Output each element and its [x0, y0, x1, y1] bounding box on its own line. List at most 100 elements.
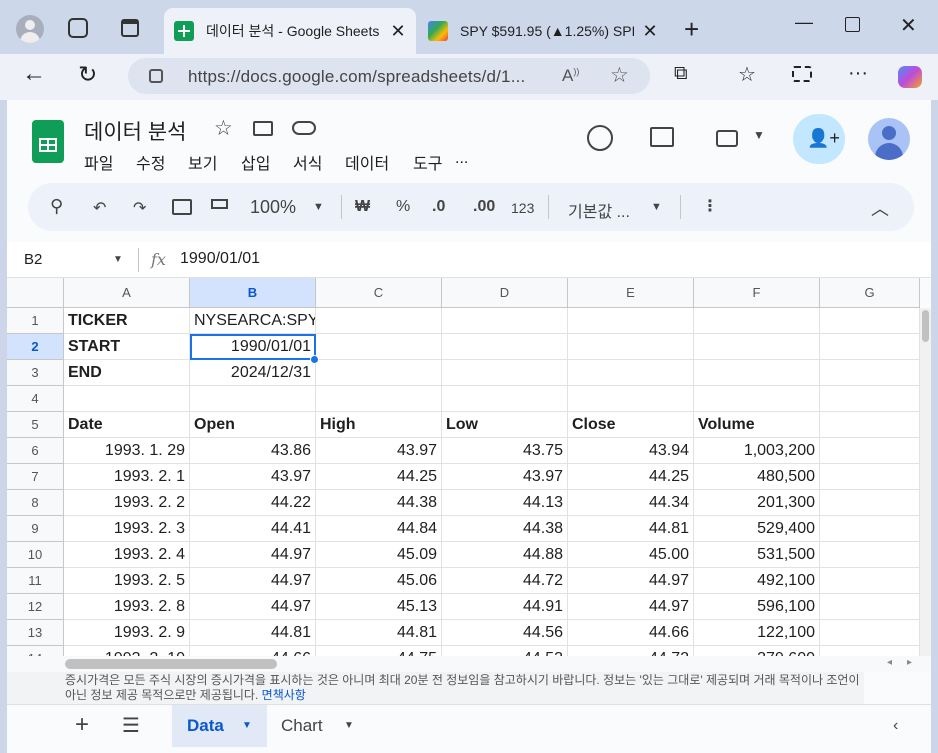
grid-cell[interactable]: 44.72	[568, 646, 694, 656]
percent-format-button[interactable]: %	[396, 198, 410, 216]
grid-cell[interactable]	[316, 308, 442, 334]
grid-cell[interactable]: 1993. 2. 9	[64, 620, 190, 646]
column-header[interactable]: G	[820, 278, 920, 308]
name-box-dropdown-icon[interactable]: ▼	[113, 254, 123, 265]
column-header[interactable]: E	[568, 278, 694, 308]
grid-cell[interactable]: 44.53	[442, 646, 568, 656]
grid-cell[interactable]: 44.84	[316, 516, 442, 542]
grid-cell[interactable]: 44.38	[442, 516, 568, 542]
more-tools-icon[interactable]: ⋮	[702, 196, 718, 216]
grid-cell[interactable]: Volume	[694, 412, 820, 438]
grid-cell[interactable]: 379,600	[694, 646, 820, 656]
column-header[interactable]: A	[64, 278, 190, 308]
grid-cell[interactable]	[820, 308, 920, 334]
grid-cell[interactable]	[820, 646, 920, 656]
grid-cell[interactable]: 44.97	[190, 542, 316, 568]
grid-cell[interactable]	[316, 386, 442, 412]
column-header[interactable]: F	[694, 278, 820, 308]
row-header[interactable]: 8	[7, 490, 64, 516]
increase-decimal-button[interactable]: .00	[473, 198, 495, 216]
scroll-right-icon[interactable]: ▸	[907, 657, 912, 668]
grid-cell[interactable]: 531,500	[694, 542, 820, 568]
grid-cell[interactable]: 44.38	[316, 490, 442, 516]
menu-view[interactable]: 보기	[188, 150, 217, 174]
grid-cell[interactable]: 44.66	[568, 620, 694, 646]
grid-cell[interactable]	[442, 386, 568, 412]
site-info-icon[interactable]	[149, 69, 163, 83]
grid-cell[interactable]: 1,003,200	[694, 438, 820, 464]
zoom-select[interactable]: 100%	[250, 197, 296, 218]
vertical-scrollbar[interactable]	[920, 308, 931, 656]
move-folder-icon[interactable]	[253, 121, 273, 136]
grid-cell[interactable]: NYSEARCA:SPY	[190, 308, 316, 334]
menu-data[interactable]: 데이터	[345, 150, 389, 174]
grid-cell[interactable]	[820, 490, 920, 516]
grid-cell[interactable]: 44.25	[568, 464, 694, 490]
close-window-icon[interactable]: ✕	[900, 13, 917, 38]
grid-cell[interactable]	[820, 594, 920, 620]
grid-cell[interactable]	[568, 360, 694, 386]
grid-cell[interactable]: 1993. 2. 3	[64, 516, 190, 542]
grid-cell[interactable]	[694, 360, 820, 386]
cloud-status-icon[interactable]	[292, 121, 316, 135]
close-tab-icon[interactable]: ✕	[390, 21, 406, 42]
grid-cell[interactable]	[568, 386, 694, 412]
grid-cell[interactable]: 492,100	[694, 568, 820, 594]
grid-cell[interactable]: 44.41	[190, 516, 316, 542]
row-header[interactable]: 3	[7, 360, 64, 386]
row-header[interactable]: 14	[7, 646, 64, 656]
decrease-decimal-button[interactable]: .0	[432, 198, 445, 216]
row-header[interactable]: 4	[7, 386, 64, 412]
font-select[interactable]: 기본값 ...	[568, 198, 630, 222]
select-all-corner[interactable]	[7, 278, 64, 308]
grid-cell[interactable]: 45.13	[316, 594, 442, 620]
add-sheet-icon[interactable]: +	[75, 711, 89, 739]
row-header[interactable]: 11	[7, 568, 64, 594]
more-menu-icon[interactable]: ···	[848, 62, 868, 85]
grid-cell[interactable]: 1993. 2. 8	[64, 594, 190, 620]
grid-cell[interactable]: 43.97	[442, 464, 568, 490]
grid-cell[interactable]: 43.97	[190, 464, 316, 490]
grid-cell[interactable]: 44.81	[190, 620, 316, 646]
all-sheets-icon[interactable]: ☰	[122, 713, 140, 738]
row-header[interactable]: 1	[7, 308, 64, 334]
grid-cell[interactable]: 1993. 2. 10	[64, 646, 190, 656]
grid-cell[interactable]: 1993. 2. 5	[64, 568, 190, 594]
number-format-button[interactable]: 123	[511, 200, 534, 216]
grid-cell[interactable]: 44.88	[442, 542, 568, 568]
grid-cell[interactable]: 43.97	[316, 438, 442, 464]
font-dropdown-icon[interactable]: ▼	[651, 201, 662, 213]
grid-cell[interactable]	[64, 386, 190, 412]
row-header[interactable]: 9	[7, 516, 64, 542]
favorite-star-icon[interactable]: ☆	[610, 63, 629, 88]
grid-cell[interactable]: 44.56	[442, 620, 568, 646]
grid-cell[interactable]: END	[64, 360, 190, 386]
grid-cell[interactable]: 529,400	[694, 516, 820, 542]
selected-cell[interactable]: 1990/01/01	[190, 334, 316, 360]
meet-icon[interactable]	[716, 130, 738, 147]
grid-cell[interactable]: 44.97	[190, 594, 316, 620]
grid-cell[interactable]	[442, 360, 568, 386]
grid-cell[interactable]: 596,100	[694, 594, 820, 620]
tab-actions-icon[interactable]	[121, 19, 139, 37]
name-box[interactable]: B2	[24, 251, 42, 268]
row-header[interactable]: 6	[7, 438, 64, 464]
grid-cell[interactable]: TICKER	[64, 308, 190, 334]
menu-edit[interactable]: 수정	[136, 150, 165, 174]
account-avatar[interactable]	[868, 118, 910, 160]
column-header[interactable]: B	[190, 278, 316, 308]
grid-cell[interactable]: 1993. 2. 2	[64, 490, 190, 516]
grid-cell[interactable]	[820, 412, 920, 438]
disclaimer-link[interactable]: 면책사항	[262, 688, 306, 702]
grid-cell[interactable]	[820, 542, 920, 568]
new-tab-icon[interactable]: +	[684, 14, 699, 45]
meet-dropdown-icon[interactable]: ▼	[753, 128, 765, 142]
grid-cell[interactable]	[694, 334, 820, 360]
grid-cell[interactable]	[316, 360, 442, 386]
grid-cell[interactable]	[820, 334, 920, 360]
screenshot-icon[interactable]	[792, 66, 812, 82]
grid-cell[interactable]	[442, 334, 568, 360]
extensions-icon[interactable]: ⧉	[674, 63, 688, 85]
row-header[interactable]: 2	[7, 334, 64, 360]
menu-file[interactable]: 파일	[84, 150, 113, 174]
